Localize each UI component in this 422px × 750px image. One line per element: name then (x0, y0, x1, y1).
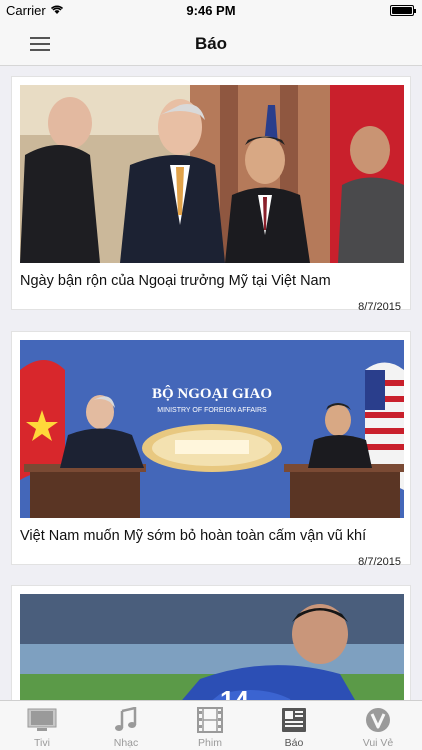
article-date: 8/7/2015 (358, 301, 401, 313)
article-card[interactable]: 14 (11, 585, 411, 700)
navigation-bar: Báo (0, 22, 422, 66)
article-card[interactable]: Ngày bận rộn của Ngoại trưởng Mỹ tại Việ… (11, 76, 411, 313)
tab-bar: Tivi Nhạc Phim Báo Vui Vẻ (0, 700, 422, 750)
tab-tivi[interactable]: Tivi (0, 701, 84, 750)
article-photo[interactable] (20, 85, 404, 263)
tab-phim[interactable]: Phim (168, 701, 252, 750)
tv-icon (27, 708, 57, 731)
article-card[interactable]: BỘ NGOẠI GIAO MINISTRY OF FOREIGN AFFAIR… (11, 331, 411, 568)
battery-icon (390, 5, 416, 16)
clock: 9:46 PM (186, 3, 236, 18)
jersey-number: 14 (220, 685, 249, 700)
page-title: Báo (194, 34, 228, 53)
v-logo-icon (366, 708, 390, 732)
article-date: 8/7/2015 (358, 556, 401, 568)
article-list[interactable]: Ngày bận rộn của Ngoại trưởng Mỹ tại Việ… (0, 67, 422, 700)
article-photo[interactable]: BỘ NGOẠI GIAO MINISTRY OF FOREIGN AFFAIR… (20, 340, 404, 518)
tab-label: Vui Vẻ (362, 737, 394, 749)
article-title[interactable]: Việt Nam muốn Mỹ sớm bỏ hoàn toàn cấm vậ… (20, 528, 404, 544)
status-bar: Carrier 9:46 PM (0, 0, 422, 22)
film-strip-icon (197, 707, 223, 733)
article-photo[interactable]: 14 (20, 594, 404, 700)
tab-label: Tivi (34, 737, 50, 749)
ministry-banner-title: BỘ NGOẠI GIAO (152, 385, 272, 402)
ministry-banner-subtitle: MINISTRY OF FOREIGN AFFAIRS (157, 407, 267, 414)
tab-label: Báo (284, 737, 304, 749)
tab-label: Nhạc (113, 737, 139, 749)
music-note-icon (115, 707, 137, 731)
newspaper-icon (282, 708, 306, 732)
tab-bao[interactable]: Báo (252, 701, 336, 750)
article-title[interactable]: Ngày bận rộn của Ngoại trưởng Mỹ tại Việ… (20, 273, 404, 289)
tab-label: Phim (198, 737, 222, 749)
tab-vui-ve[interactable]: Vui Vẻ (336, 701, 420, 750)
tab-nhac[interactable]: Nhạc (84, 701, 168, 750)
